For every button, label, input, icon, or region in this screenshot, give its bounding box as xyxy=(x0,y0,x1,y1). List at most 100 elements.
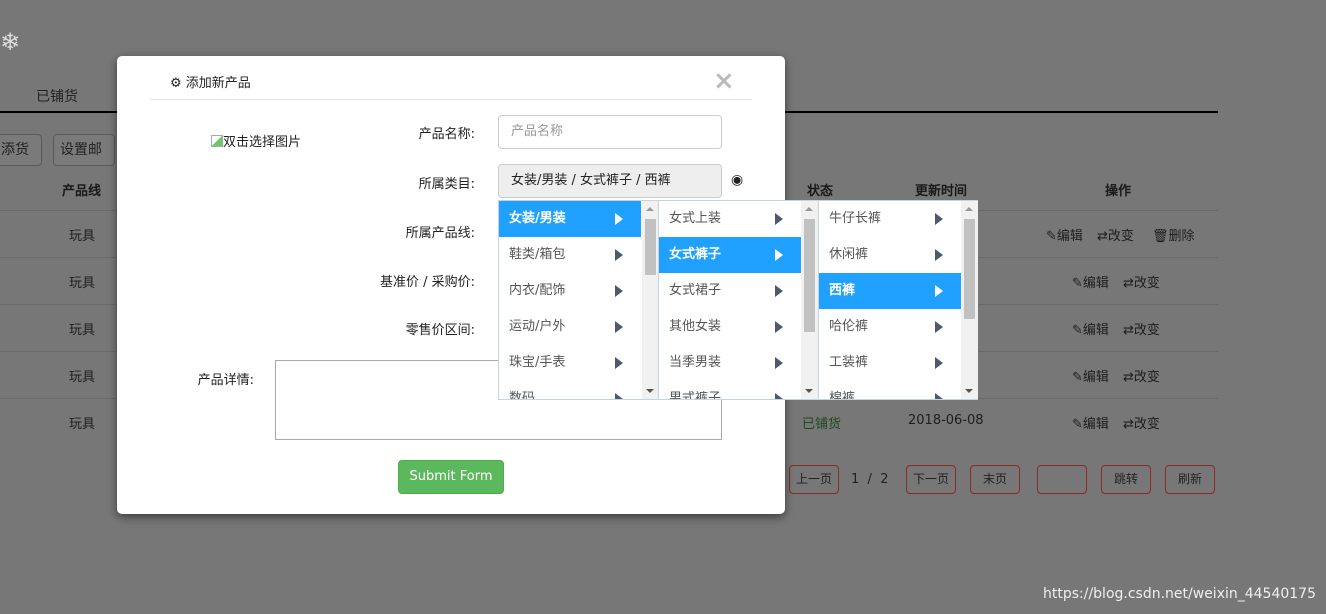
scrollbar[interactable] xyxy=(961,201,978,399)
item-label: 运动/户外 xyxy=(509,319,566,334)
label-category: 所属类目: xyxy=(418,177,475,192)
page-separator: / xyxy=(867,472,872,487)
cascader-item[interactable]: 女式裙子 xyxy=(659,273,801,309)
submit-button[interactable]: Submit Form xyxy=(398,460,504,494)
scroll-up-icon[interactable] xyxy=(805,207,813,211)
caret-right-icon xyxy=(775,285,783,297)
cascader-item[interactable]: 棉裤 xyxy=(819,381,961,399)
item-label: 休闲裤 xyxy=(829,247,869,262)
cascader-item[interactable]: 哈伦裤 xyxy=(819,309,961,345)
retweet-icon: ⇄ xyxy=(1123,276,1134,291)
cascader-item[interactable]: 其他女装 xyxy=(659,309,801,345)
pencil-icon: ✎ xyxy=(1046,229,1057,244)
add-goods-button[interactable]: 添货 xyxy=(0,134,42,166)
item-label: 女式上装 xyxy=(669,211,722,226)
edit-link[interactable]: ✎编辑 xyxy=(1046,225,1083,244)
cascader-item[interactable]: 男式裤子 xyxy=(659,381,801,399)
cascader-item[interactable]: 鞋类/箱包 xyxy=(499,237,641,273)
caret-right-icon xyxy=(615,285,623,297)
item-label: 女装/男装 xyxy=(509,211,566,226)
scrollbar[interactable] xyxy=(642,201,659,399)
cascader-item[interactable]: 女装/男装 xyxy=(499,201,641,237)
delete-link[interactable]: 🗑删除 xyxy=(1152,225,1195,244)
caret-right-icon xyxy=(935,321,943,333)
retweet-icon: ⇄ xyxy=(1123,417,1134,432)
cascader-item[interactable]: 当季男装 xyxy=(659,345,801,381)
scrollbar[interactable] xyxy=(801,201,818,399)
refresh-button[interactable]: 刷新 xyxy=(1165,465,1215,494)
item-label: 棉裤 xyxy=(829,391,856,399)
change-label: 改变 xyxy=(1133,417,1160,432)
edit-link[interactable]: ✎编辑 xyxy=(1072,272,1109,291)
caret-right-icon xyxy=(775,357,783,369)
edit-link[interactable]: ✎编辑 xyxy=(1072,319,1109,338)
product-name-input[interactable]: 产品名称 xyxy=(498,115,722,149)
close-button[interactable]: × xyxy=(713,66,735,96)
change-link[interactable]: ⇄改变 xyxy=(1097,225,1134,244)
cascader-item[interactable]: 休闲裤 xyxy=(819,237,961,273)
item-label: 西裤 xyxy=(829,283,856,298)
cascader-item[interactable]: 数码 xyxy=(499,381,641,399)
item-label: 女式裙子 xyxy=(669,283,722,298)
scroll-up-icon[interactable] xyxy=(965,207,973,211)
header-actions: 操作 xyxy=(1105,184,1132,199)
change-link[interactable]: ⇄改变 xyxy=(1123,413,1160,432)
cascader-item[interactable]: 工装裤 xyxy=(819,345,961,381)
scroll-up-icon[interactable] xyxy=(646,207,654,211)
prev-page-button[interactable]: 上一页 xyxy=(789,465,839,494)
retweet-icon: ⇄ xyxy=(1123,323,1134,338)
cascader-item[interactable]: 运动/户外 xyxy=(499,309,641,345)
header-divider xyxy=(150,99,752,100)
edit-label: 编辑 xyxy=(1082,323,1109,338)
edit-label: 编辑 xyxy=(1056,229,1083,244)
caret-right-icon xyxy=(615,249,623,261)
scroll-down-icon[interactable] xyxy=(805,389,813,393)
cascader-item[interactable]: 女式上装 xyxy=(659,201,801,237)
scroll-down-icon[interactable] xyxy=(965,389,973,393)
item-label: 当季男装 xyxy=(669,355,722,370)
image-picker[interactable]: 双击选择图片 xyxy=(211,131,301,150)
item-label: 数码 xyxy=(509,391,536,399)
cascader-item[interactable]: 牛仔长裤 xyxy=(819,201,961,237)
scroll-thumb[interactable] xyxy=(804,219,815,332)
caret-right-icon xyxy=(775,321,783,333)
cascader-item[interactable]: 西裤 xyxy=(819,273,961,309)
caret-right-icon xyxy=(615,321,623,333)
caret-right-icon xyxy=(615,213,623,225)
edit-link[interactable]: ✎编辑 xyxy=(1072,413,1109,432)
jump-page-input[interactable] xyxy=(1037,465,1087,494)
cell-updated: 2018-06-08 xyxy=(908,413,984,428)
label-retail: 零售价区间: xyxy=(405,323,475,338)
caret-right-icon xyxy=(935,213,943,225)
last-page-button[interactable]: 末页 xyxy=(970,465,1020,494)
snowflake-icon: ❄ xyxy=(0,28,21,56)
caret-right-icon xyxy=(935,357,943,369)
cascader-column-3: 牛仔长裤 休闲裤 西裤 哈伦裤 工装裤 棉裤 xyxy=(818,201,978,399)
page-indicator: 1 / 2 xyxy=(851,472,888,487)
category-select[interactable]: 女装/男装 / 女式裤子 / 西裤 xyxy=(498,164,722,198)
scroll-thumb[interactable] xyxy=(964,219,975,319)
scroll-thumb[interactable] xyxy=(645,219,656,275)
header-status: 状态 xyxy=(807,184,834,199)
change-link[interactable]: ⇄改变 xyxy=(1123,272,1160,291)
tab-listed[interactable]: 已铺货 xyxy=(36,86,78,106)
cascader-column-2: 女式上装 女式裤子 女式裙子 其他女装 当季男装 男式裤子 xyxy=(658,201,818,399)
edit-link[interactable]: ✎编辑 xyxy=(1072,366,1109,385)
cascader-item[interactable]: 内衣/配饰 xyxy=(499,273,641,309)
jump-button[interactable]: 跳转 xyxy=(1101,465,1151,494)
edit-label: 编辑 xyxy=(1082,417,1109,432)
caret-right-icon xyxy=(615,393,623,399)
modal-title-text: 添加新产品 xyxy=(185,76,251,91)
set-mail-button[interactable]: 设置邮 xyxy=(53,134,115,166)
cascader-item[interactable]: 珠宝/手表 xyxy=(499,345,641,381)
cascader-item[interactable]: 女式裤子 xyxy=(659,237,801,273)
change-link[interactable]: ⇄改变 xyxy=(1123,319,1160,338)
eye-slash-icon[interactable]: ◉ xyxy=(731,172,743,188)
edit-label: 编辑 xyxy=(1082,276,1109,291)
scroll-down-icon[interactable] xyxy=(646,389,654,393)
caret-right-icon xyxy=(775,249,783,261)
next-page-button[interactable]: 下一页 xyxy=(906,465,956,494)
cell-line: 玩具 xyxy=(69,370,96,385)
change-link[interactable]: ⇄改变 xyxy=(1123,366,1160,385)
item-label: 鞋类/箱包 xyxy=(509,247,566,262)
